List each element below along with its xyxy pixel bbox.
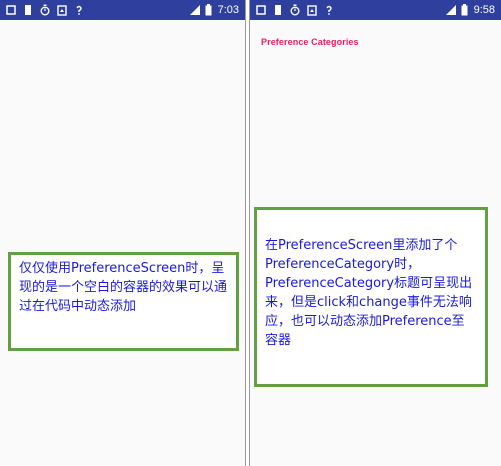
annotation-note-left: 仅仅使用PreferenceScreen时，呈现的是一个空白的容器的效果可以通过…: [8, 252, 239, 351]
status-time: 9:58: [473, 4, 495, 16]
sd-card-icon: [25, 5, 31, 15]
square-icon: [6, 5, 16, 15]
signal-icon: [189, 5, 200, 15]
clock-icon: [290, 4, 300, 16]
preference-category-title[interactable]: Preference Categories: [261, 37, 359, 47]
status-bar: 7:03: [0, 0, 245, 20]
preference-screen-empty: [0, 20, 245, 466]
square-icon: [256, 5, 266, 15]
sd-card-icon: [275, 5, 281, 15]
wifi-question-icon: [326, 5, 332, 15]
left-phone-screen: 7:03: [0, 0, 246, 466]
battery-icon: [205, 4, 212, 16]
status-time: 7:03: [217, 4, 239, 16]
status-bar: 9:58: [250, 0, 501, 20]
image-icon: [57, 5, 67, 16]
signal-icon: [445, 5, 456, 15]
battery-icon: [461, 4, 468, 16]
image-icon: [307, 5, 317, 16]
wifi-question-icon: [76, 5, 82, 15]
annotation-note-right: 在PreferenceScreen里添加了个PreferenceCategory…: [254, 207, 488, 387]
clock-icon: [40, 4, 50, 16]
